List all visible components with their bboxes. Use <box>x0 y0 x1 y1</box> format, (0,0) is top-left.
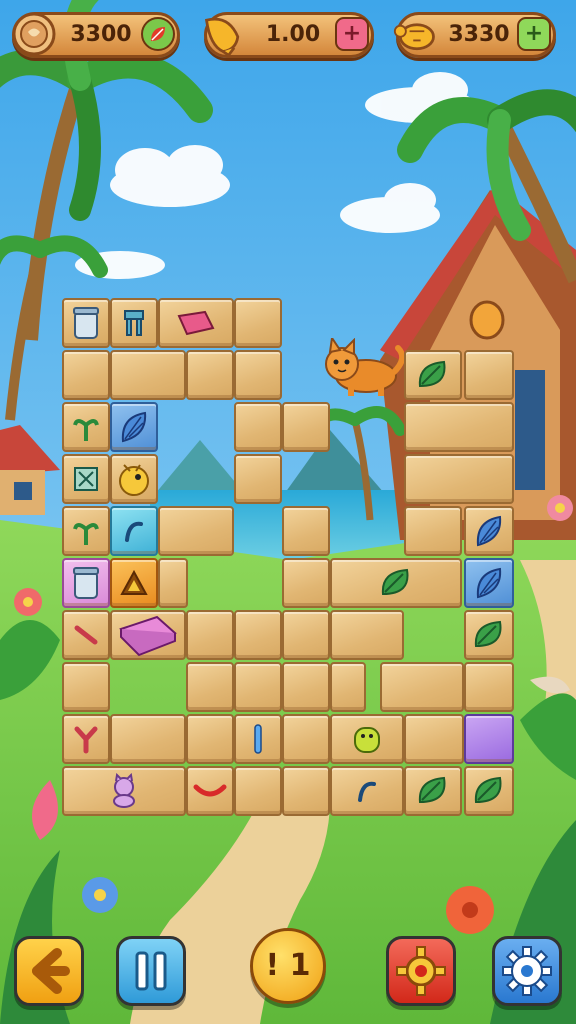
pause-button[interactable] <box>116 936 186 1006</box>
board-tile[interactable] <box>234 714 282 764</box>
board-tile[interactable] <box>62 350 110 400</box>
board-tile[interactable] <box>404 350 462 400</box>
coins-value: 3300 <box>70 22 132 47</box>
board-tile[interactable] <box>62 454 110 504</box>
board-tile[interactable] <box>186 714 234 764</box>
coins-add-button[interactable] <box>141 17 175 51</box>
pause-icon <box>135 951 167 991</box>
energy-add-button[interactable]: + <box>335 17 369 51</box>
board-tile[interactable] <box>62 662 110 712</box>
board-tile[interactable] <box>282 558 330 608</box>
board-tile[interactable] <box>464 766 514 816</box>
board-tile[interactable] <box>282 610 330 660</box>
leaf-icon <box>151 27 165 41</box>
board-tile[interactable] <box>62 714 110 764</box>
board-tile[interactable] <box>110 610 186 660</box>
hint-label: ! 1 <box>265 948 311 983</box>
board-tile[interactable] <box>234 298 282 348</box>
gems-add-button[interactable]: + <box>517 17 551 51</box>
board-tile[interactable] <box>330 662 366 712</box>
board-tile[interactable] <box>186 350 234 400</box>
board-tile[interactable] <box>62 766 186 816</box>
board-tile[interactable] <box>234 402 282 452</box>
board-tile[interactable] <box>464 558 514 608</box>
board-tile[interactable] <box>186 662 234 712</box>
energy-value: 1.00 <box>265 22 321 47</box>
coins-counter: 3300 <box>12 12 180 58</box>
board-tile[interactable] <box>330 558 462 608</box>
back-arrow-icon <box>32 948 70 994</box>
board-tile[interactable] <box>62 558 110 608</box>
board-tile[interactable] <box>464 350 514 400</box>
board-tile[interactable] <box>186 766 234 816</box>
board-tile[interactable] <box>234 662 282 712</box>
back-button[interactable] <box>14 936 84 1006</box>
board-tile[interactable] <box>186 610 234 660</box>
board-tile[interactable] <box>464 506 514 556</box>
board-tile[interactable] <box>158 558 188 608</box>
board-tile[interactable] <box>110 558 158 608</box>
board-tile[interactable] <box>110 454 158 504</box>
board-tile[interactable] <box>234 610 282 660</box>
board-tile[interactable] <box>234 350 282 400</box>
board-tile[interactable] <box>330 714 404 764</box>
board-tile[interactable] <box>110 350 186 400</box>
board-tile[interactable] <box>282 766 330 816</box>
energy-counter: 1.00 + <box>204 12 374 58</box>
board-tile[interactable] <box>404 454 514 504</box>
board-tile[interactable] <box>464 714 514 764</box>
board-tile[interactable] <box>330 610 404 660</box>
board-tile[interactable] <box>110 506 158 556</box>
board-tile[interactable] <box>282 402 330 452</box>
settings-gear-icon <box>502 946 552 996</box>
settings-button[interactable] <box>492 936 562 1006</box>
board-tile[interactable] <box>404 714 464 764</box>
horn-icon <box>204 17 240 57</box>
coin-icon <box>12 12 56 56</box>
board-tile[interactable] <box>464 610 514 660</box>
board-tile[interactable] <box>110 714 186 764</box>
board-tile[interactable] <box>62 298 110 348</box>
board-tile[interactable] <box>234 766 282 816</box>
board-tile[interactable] <box>110 298 158 348</box>
board-tile[interactable] <box>282 662 330 712</box>
board-tile[interactable] <box>110 402 158 452</box>
board-tile[interactable] <box>464 662 514 712</box>
board-tile[interactable] <box>330 766 404 816</box>
board-tile[interactable] <box>158 506 234 556</box>
board-tile[interactable] <box>62 610 110 660</box>
tile-board <box>0 0 576 1024</box>
hint-button[interactable]: ! 1 <box>250 928 326 1004</box>
gems-counter: 3330 + <box>393 12 556 58</box>
board-tile[interactable] <box>282 714 330 764</box>
board-tile[interactable] <box>282 506 330 556</box>
board-tile[interactable] <box>404 402 514 452</box>
cat-character <box>325 338 404 396</box>
gems-value: 3330 <box>448 22 510 47</box>
board-tile[interactable] <box>62 506 110 556</box>
board-tile[interactable] <box>234 454 282 504</box>
board-tile[interactable] <box>62 402 110 452</box>
turtle-icon <box>393 23 435 51</box>
board-tile[interactable] <box>404 506 462 556</box>
shuffle-button[interactable] <box>386 936 456 1006</box>
board-tile[interactable] <box>158 298 234 348</box>
board-tile[interactable] <box>380 662 464 712</box>
board-tile[interactable] <box>404 766 462 816</box>
red-gear-icon <box>396 946 446 996</box>
